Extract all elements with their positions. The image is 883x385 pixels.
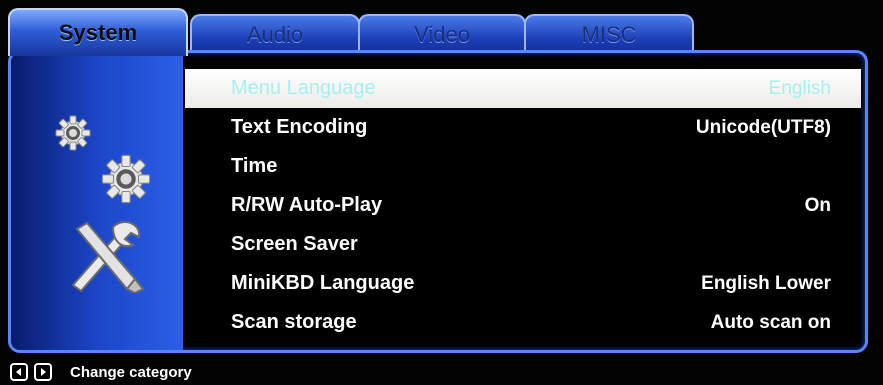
setting-label: Menu Language bbox=[231, 77, 376, 99]
setting-label: Time bbox=[231, 155, 278, 177]
setting-label: Text Encoding bbox=[231, 116, 368, 138]
setting-scan-storage[interactable]: Scan storage Auto scan on bbox=[185, 303, 861, 342]
setting-value: Auto scan on bbox=[710, 311, 831, 333]
setting-value: Unicode(UTF8) bbox=[695, 116, 831, 138]
setting-label: MiniKBD Language bbox=[231, 272, 415, 294]
tab-video[interactable]: Video bbox=[358, 14, 526, 54]
small-gear-icon bbox=[55, 115, 91, 156]
large-gear-icon bbox=[101, 154, 151, 209]
setting-minikbd-language[interactable]: MiniKBD Language English Lower bbox=[185, 264, 861, 303]
tab-label: Video bbox=[414, 22, 470, 47]
setting-text-encoding[interactable]: Text Encoding Unicode(UTF8) bbox=[185, 108, 861, 147]
settings-list: Menu Language English Text Encoding Unic… bbox=[185, 69, 861, 342]
wrench-screwdriver-icon bbox=[63, 219, 145, 298]
category-sidebar bbox=[11, 53, 183, 350]
right-arrow-icon bbox=[34, 363, 52, 381]
left-arrow-icon bbox=[10, 363, 28, 381]
setting-value: English bbox=[768, 77, 831, 99]
setting-time[interactable]: Time bbox=[185, 147, 861, 186]
setting-screen-saver[interactable]: Screen Saver bbox=[185, 225, 861, 264]
setting-menu-language[interactable]: Menu Language English bbox=[185, 69, 861, 108]
setting-label: R/RW Auto-Play bbox=[231, 194, 383, 216]
setting-label: Screen Saver bbox=[231, 233, 358, 255]
tab-label: System bbox=[58, 20, 138, 45]
tab-label: MISC bbox=[581, 22, 637, 47]
category-tabs: MISC Video Audio System bbox=[8, 8, 698, 56]
navigation-hint: Change category bbox=[10, 362, 192, 382]
setting-label: Scan storage bbox=[231, 311, 357, 333]
tab-system[interactable]: System bbox=[8, 8, 188, 56]
settings-panel: Menu Language English Text Encoding Unic… bbox=[8, 50, 868, 353]
tab-label: Audio bbox=[246, 22, 304, 47]
setting-value: English Lower bbox=[701, 272, 831, 294]
tab-misc[interactable]: MISC bbox=[524, 14, 694, 54]
hint-text: Change category bbox=[70, 363, 192, 381]
tab-audio[interactable]: Audio bbox=[190, 14, 360, 54]
setting-value: On bbox=[804, 194, 831, 216]
setting-auto-play[interactable]: R/RW Auto-Play On bbox=[185, 186, 861, 225]
